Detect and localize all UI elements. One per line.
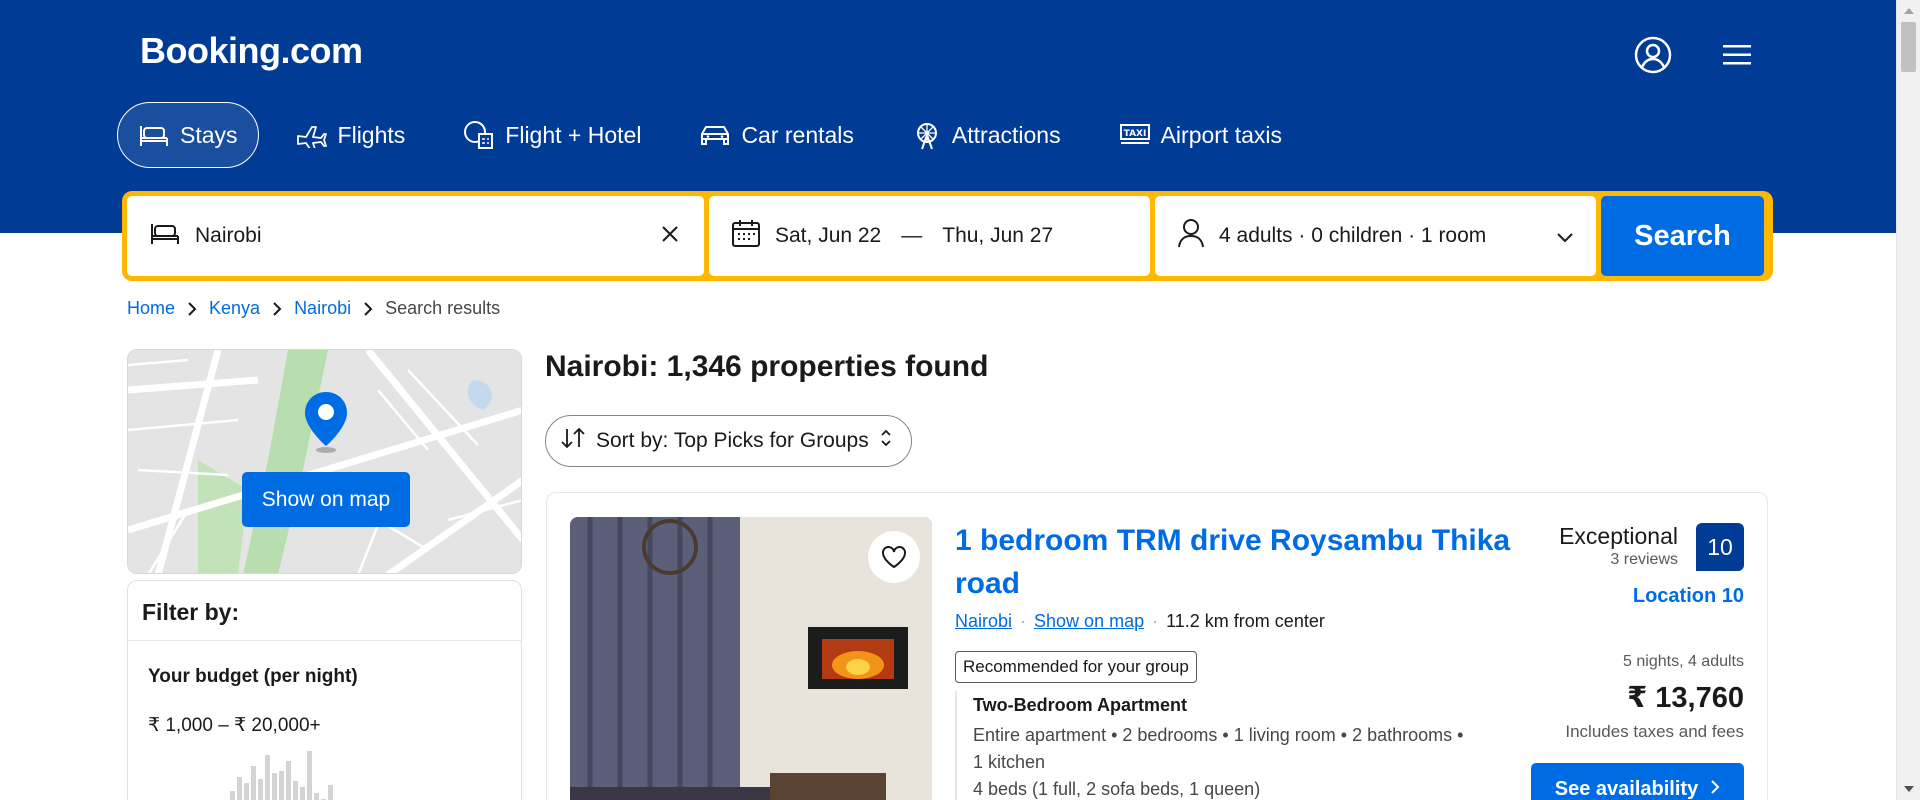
room-desc-line: 1 kitchen	[973, 752, 1046, 772]
map-pin-icon	[298, 388, 354, 459]
chevron-up-down-icon	[879, 428, 893, 454]
breadcrumb-nairobi[interactable]: Nairobi	[294, 298, 351, 319]
guests-value: 4 adults · 0 children · 1 room	[1219, 224, 1487, 247]
room-name: Two-Bedroom Apartment	[973, 695, 1187, 715]
destination-value: Nairobi	[195, 224, 262, 247]
sort-dropdown[interactable]: Sort by: Top Picks for Groups	[545, 415, 912, 467]
button-label: See availability	[1554, 777, 1699, 800]
scroll-thumb[interactable]	[1901, 22, 1916, 72]
tab-stays[interactable]: Stays	[117, 102, 259, 168]
budget-histogram	[223, 741, 347, 800]
page-scrollbar[interactable]	[1896, 0, 1920, 800]
separator-dot: ·	[1020, 611, 1027, 631]
breadcrumb-current: Search results	[385, 298, 501, 318]
chevron-down-icon	[1556, 226, 1574, 250]
tab-label: Airport taxis	[1160, 121, 1283, 148]
checkout-date: Thu, Jun 27	[942, 224, 1054, 247]
location-score: Location 10	[1632, 585, 1744, 607]
person-icon	[1177, 218, 1205, 254]
plane-icon	[296, 122, 328, 148]
breadcrumb: Home Kenya Nairobi Search results	[127, 298, 500, 319]
svg-text:TAXI: TAXI	[1123, 129, 1146, 139]
map-preview[interactable]: Show on map	[127, 349, 522, 574]
user-circle-icon[interactable]	[1634, 36, 1672, 74]
date-separator: —	[901, 224, 923, 247]
chevron-right-icon	[187, 301, 197, 317]
tab-label: Attractions	[951, 121, 1061, 148]
search-button[interactable]: Search	[1601, 196, 1764, 276]
results-title: Nairobi: 1,346 properties found	[545, 350, 989, 383]
booking-logo[interactable]: Booking.com	[140, 30, 363, 72]
chevron-right-icon	[363, 301, 373, 317]
flight-hotel-icon	[463, 120, 495, 150]
property-location: Nairobi · Show on map · 11.2 km from cen…	[955, 611, 1325, 632]
room-description: Entire apartment • 2 bedrooms • 1 living…	[973, 722, 1495, 800]
filter-title: Filter by:	[128, 581, 521, 641]
show-on-map-link[interactable]: Show on map	[1034, 611, 1144, 632]
budget-range: ₹ 1,000 – ₹ 20,000+	[148, 715, 321, 736]
checkin-date: Sat, Jun 22	[775, 224, 882, 247]
taxi-icon: TAXI	[1119, 123, 1151, 147]
ferris-wheel-icon	[912, 120, 942, 150]
heart-icon[interactable]	[868, 531, 920, 583]
search-bar: Nairobi Sat, Jun 22 — Thu, Jun 27 4 adul…	[122, 191, 1773, 281]
property-title[interactable]: 1 bedroom TRM drive Roysambu Thika road	[955, 519, 1535, 605]
car-icon	[699, 123, 731, 147]
clear-icon[interactable]	[660, 224, 680, 250]
bed-icon	[138, 122, 170, 148]
breadcrumb-home[interactable]: Home	[127, 298, 175, 319]
scroll-up-arrow-icon[interactable]	[1904, 8, 1914, 14]
sort-label: Sort by: Top Picks for Groups	[596, 429, 869, 452]
recommended-badge: Recommended for your group	[955, 651, 1197, 683]
guests-field[interactable]: 4 adults · 0 children · 1 room	[1155, 196, 1596, 276]
room-desc-line: 4 beds (1 full, 2 sofa beds, 1 queen)	[973, 779, 1261, 799]
budget-title: Your budget (per night)	[148, 666, 358, 687]
calendar-icon	[731, 218, 761, 254]
property-photo[interactable]	[570, 517, 932, 800]
tab-flights[interactable]: Flights	[275, 102, 427, 168]
sort-arrows-icon	[560, 427, 586, 455]
date-range-field[interactable]: Sat, Jun 22 — Thu, Jun 27	[709, 196, 1150, 276]
tab-attractions[interactable]: Attractions	[891, 102, 1082, 168]
see-availability-button[interactable]: See availability	[1531, 763, 1744, 800]
separator-dot: ·	[1152, 611, 1159, 631]
tab-label: Flight + Hotel	[505, 121, 642, 148]
stay-info: 5 nights, 4 adults	[1623, 653, 1744, 670]
city-link[interactable]: Nairobi	[955, 611, 1012, 632]
review-count: 3 reviews	[1610, 551, 1678, 568]
show-on-map-button[interactable]: Show on map	[242, 472, 410, 527]
destination-field[interactable]: Nairobi	[127, 196, 704, 276]
property-card: 1 bedroom TRM drive Roysambu Thika road …	[546, 492, 1768, 800]
tab-car-rentals[interactable]: Car rentals	[678, 102, 874, 168]
tab-flight-hotel[interactable]: Flight + Hotel	[442, 102, 662, 168]
hamburger-menu-icon[interactable]	[1718, 36, 1756, 74]
taxes-note: Includes taxes and fees	[1565, 722, 1744, 741]
tab-airport-taxis[interactable]: TAXI Airport taxis	[1098, 102, 1303, 168]
chevron-right-icon	[272, 301, 282, 317]
map-background	[128, 350, 521, 573]
distance-text: 11.2 km from center	[1166, 611, 1325, 631]
price: ₹ 13,760	[1627, 682, 1744, 714]
chevron-right-icon	[1710, 778, 1720, 800]
tab-label: Flights	[337, 121, 406, 148]
tab-label: Car rentals	[741, 121, 854, 148]
room-info: Two-Bedroom Apartment Entire apartment •…	[955, 691, 1495, 800]
tab-label: Stays	[180, 121, 238, 148]
product-nav: Stays Flights Flight + Hotel Car rentals…	[117, 102, 1319, 168]
bed-icon	[149, 220, 181, 252]
rating-word: Exceptional	[1559, 523, 1678, 549]
review-score-badge[interactable]: 10	[1696, 523, 1744, 571]
scroll-down-arrow-icon[interactable]	[1904, 786, 1914, 792]
filter-panel: Filter by: Your budget (per night) ₹ 1,0…	[127, 580, 522, 800]
breadcrumb-kenya[interactable]: Kenya	[209, 298, 260, 319]
room-desc-line: Entire apartment • 2 bedrooms • 1 living…	[973, 725, 1464, 745]
